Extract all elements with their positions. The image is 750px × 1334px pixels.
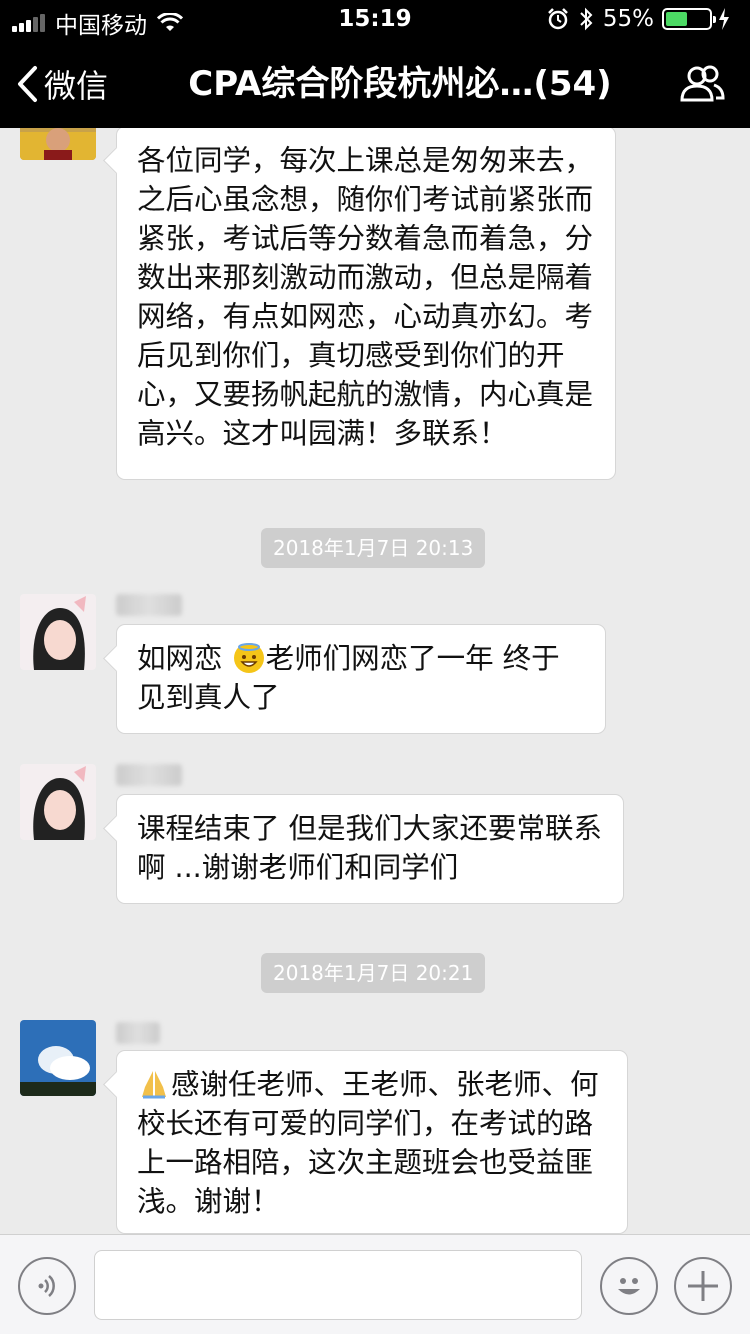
status-bar: 中国移动 15:19 55% <box>0 0 750 40</box>
folded-hands-emoji-icon <box>139 1069 169 1099</box>
plus-icon <box>688 1271 718 1301</box>
message-list[interactable]: 各位同学，每次上课总是匆匆来去，之后心虽念想，随你们考试前紧张而紧张，考试后等分… <box>0 128 750 1234</box>
sender-nickname <box>116 764 182 786</box>
message-bubble[interactable]: 感谢任老师、王老师、张老师、何校长还有可爱的同学们，在考试的路上一路相陪，这次主… <box>116 1050 628 1234</box>
message-bubble[interactable]: 各位同学，每次上课总是匆匆来去，之后心虽念想，随你们考试前紧张而紧张，考试后等分… <box>116 128 616 480</box>
input-bar <box>0 1234 750 1334</box>
emoji-button[interactable] <box>600 1257 658 1315</box>
message-text: 各位同学，每次上课总是匆匆来去，之后心虽念想，随你们考试前紧张而紧张，考试后等分… <box>137 144 594 450</box>
chevron-left-icon <box>18 66 37 102</box>
status-right: 55% <box>547 6 740 32</box>
avatar-member[interactable] <box>20 764 96 840</box>
message-bubble[interactable]: 如网恋 老师们网恋了一年 终于见到真人了 <box>116 624 606 734</box>
sender-nickname <box>116 1022 160 1044</box>
plus-button[interactable] <box>674 1257 732 1315</box>
avatar-teacher[interactable] <box>20 128 96 160</box>
avatar-member[interactable] <box>20 594 96 670</box>
sender-nickname <box>116 594 182 616</box>
battery-percent: 55% <box>602 6 654 32</box>
message-text: 课程结束了 但是我们大家还要常联系啊 ...谢谢老师们和同学们 <box>137 812 603 884</box>
alarm-clock-icon <box>547 8 568 30</box>
nav-bar: 微信 CPA综合阶段杭州必…(54) <box>0 40 750 128</box>
timestamp: 2018年1月7日 20:21 <box>261 953 486 993</box>
battery-level <box>666 12 688 26</box>
battery-icon <box>662 8 716 30</box>
emoji-icon <box>618 1278 640 1295</box>
message-input[interactable] <box>94 1250 582 1320</box>
back-label: 微信 <box>44 67 109 105</box>
charging-bolt-icon <box>719 8 729 30</box>
bluetooth-icon <box>580 7 593 31</box>
chat-title: CPA综合阶段杭州必…(54) <box>188 64 612 104</box>
voice-button[interactable] <box>18 1257 76 1315</box>
top-bar: 中国移动 15:19 55% 微信 CPA综合阶段杭州必…(54) <box>0 0 750 128</box>
message-text: 如网恋 <box>137 642 232 675</box>
group-members-icon[interactable] <box>678 64 726 104</box>
grinning-halo-emoji-icon <box>233 643 264 673</box>
timestamp: 2018年1月7日 20:13 <box>261 528 486 568</box>
message-bubble[interactable]: 课程结束了 但是我们大家还要常联系啊 ...谢谢老师们和同学们 <box>116 794 624 904</box>
voice-icon <box>38 1275 55 1297</box>
message-text: 感谢任老师、王老师、张老师、何校长还有可爱的同学们，在考试的路上一路相陪，这次主… <box>137 1068 599 1218</box>
avatar-member[interactable] <box>20 1020 96 1096</box>
back-button[interactable]: 微信 <box>16 40 108 128</box>
